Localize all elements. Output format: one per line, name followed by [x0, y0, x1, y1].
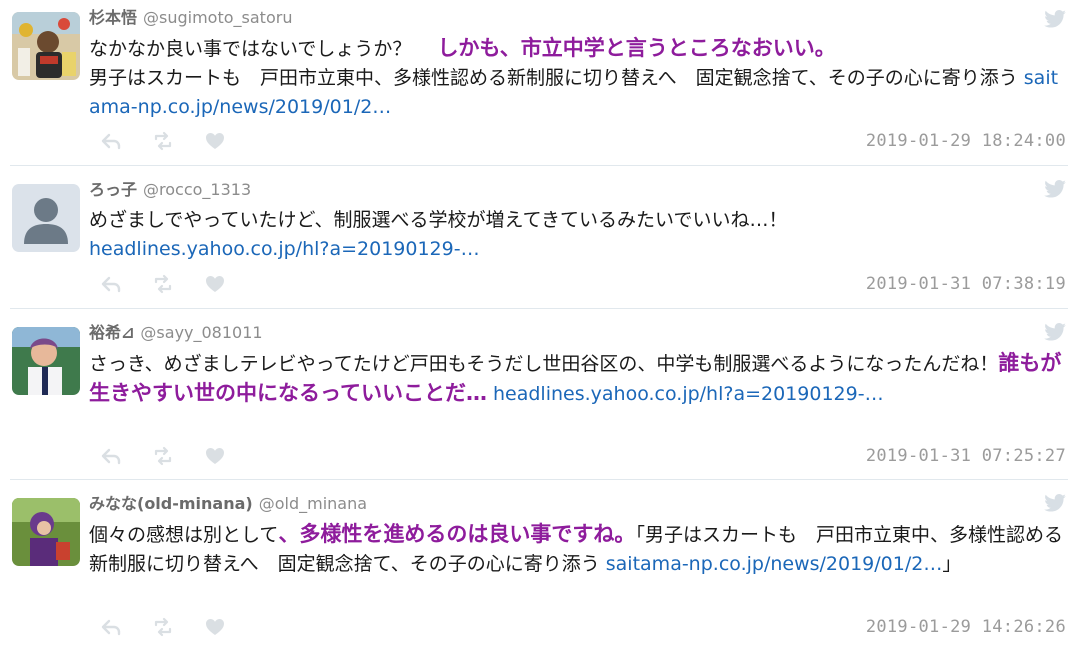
heart-icon[interactable]	[204, 445, 226, 467]
avatar[interactable]	[12, 12, 80, 80]
author-handle[interactable]: @sayy_081011	[140, 323, 262, 342]
author-name[interactable]: みなな(old-minana)	[89, 494, 253, 513]
tweet-text-segment: 」	[942, 553, 962, 575]
timestamp[interactable]: 2019-01-31 07:38:19	[866, 274, 1066, 294]
tweet-text-segment: 男子はスカートも 戸田市立東中、多様性認める新制服に切り替えへ 固定観念捨て、そ…	[89, 67, 1018, 89]
author-handle[interactable]: @rocco_1313	[143, 180, 251, 199]
avatar[interactable]	[12, 327, 80, 395]
author-name[interactable]: ろっ子	[89, 180, 137, 199]
retweet-icon[interactable]	[152, 130, 174, 152]
twitter-bird-icon[interactable]	[1044, 10, 1066, 28]
tweet-text: なかなか良い事ではないでしょうか？ しかも、市立中学と言うところなおいい。男子はス…	[89, 34, 1066, 122]
timestamp[interactable]: 2019-01-29 18:24:00	[866, 131, 1066, 151]
tweet-text-segment: さっき、めざましテレビやってたけど戸田もそうだし世田谷区の、中学も制服選べるよう…	[89, 353, 999, 375]
tweet-card: 杉本悟 @sugimoto_satoru なかなか良い事ではないでしょうか？ しかも…	[0, 0, 1080, 163]
timestamp[interactable]: 2019-01-31 07:25:27	[866, 446, 1066, 466]
tweet-link[interactable]: headlines.yahoo.co.jp/hl?a=20190129-…	[487, 383, 884, 405]
tweet-card: 裕希⊿ @sayy_081011 さっき、めざましテレビやってたけど戸田もそうだし…	[0, 309, 1080, 477]
reply-icon[interactable]	[100, 130, 122, 152]
retweet-icon[interactable]	[152, 273, 174, 295]
retweet-icon[interactable]	[152, 616, 174, 638]
twitter-bird-icon[interactable]	[1044, 494, 1066, 512]
tweet-card: ろっ子 @rocco_1313 めざましでやっていたけど、制服選べる学校が増えてき…	[0, 166, 1080, 306]
timestamp[interactable]: 2019-01-29 14:26:26	[866, 617, 1066, 637]
retweet-icon[interactable]	[152, 445, 174, 467]
twitter-bird-icon[interactable]	[1044, 180, 1066, 198]
heart-icon[interactable]	[204, 130, 226, 152]
avatar[interactable]	[12, 184, 80, 252]
tweet-text: さっき、めざましテレビやってたけど戸田もそうだし世田谷区の、中学も制服選べるよう…	[89, 349, 1066, 409]
tweet-link[interactable]: headlines.yahoo.co.jp/hl?a=20190129-…	[89, 238, 480, 260]
tweet-text: 個々の感想は別として、多様性を進めるのは良い事ですね。「男子はスカートも 戸田市…	[89, 520, 1066, 579]
heart-icon[interactable]	[204, 616, 226, 638]
author-name[interactable]: 杉本悟	[89, 8, 137, 27]
author-handle[interactable]: @old_minana	[259, 494, 367, 513]
tweet-card: みなな(old-minana) @old_minana 個々の感想は別として、多様…	[0, 480, 1080, 645]
tweet-feed: 杉本悟 @sugimoto_satoru なかなか良い事ではないでしょうか？ しかも…	[0, 0, 1080, 645]
twitter-bird-icon[interactable]	[1044, 323, 1066, 341]
tweet-text-segment: 個々の感想は別として	[89, 524, 279, 546]
reply-icon[interactable]	[100, 273, 122, 295]
highlighted-text: 、多様性を進めるのは良い事ですね。	[278, 522, 636, 546]
reply-icon[interactable]	[100, 445, 122, 467]
tweet-link[interactable]: saitama-np.co.jp/news/2019/01/2…	[606, 553, 943, 575]
tweet-text: めざましでやっていたけど、制服選べる学校が増えてきているみたいでいいね…！ hea…	[89, 206, 1066, 264]
heart-icon[interactable]	[204, 273, 226, 295]
highlighted-text: しかも、市立中学と言うところなおいい。	[437, 36, 836, 60]
tweet-text-segment: なかなか良い事ではないでしょうか？	[89, 38, 412, 60]
author-name[interactable]: 裕希⊿	[89, 323, 134, 342]
author-handle[interactable]: @sugimoto_satoru	[143, 8, 292, 27]
reply-icon[interactable]	[100, 616, 122, 638]
avatar[interactable]	[12, 498, 80, 566]
tweet-text-segment: めざましでやっていたけど、制服選べる学校が増えてきているみたいでいいね…！	[89, 209, 788, 231]
